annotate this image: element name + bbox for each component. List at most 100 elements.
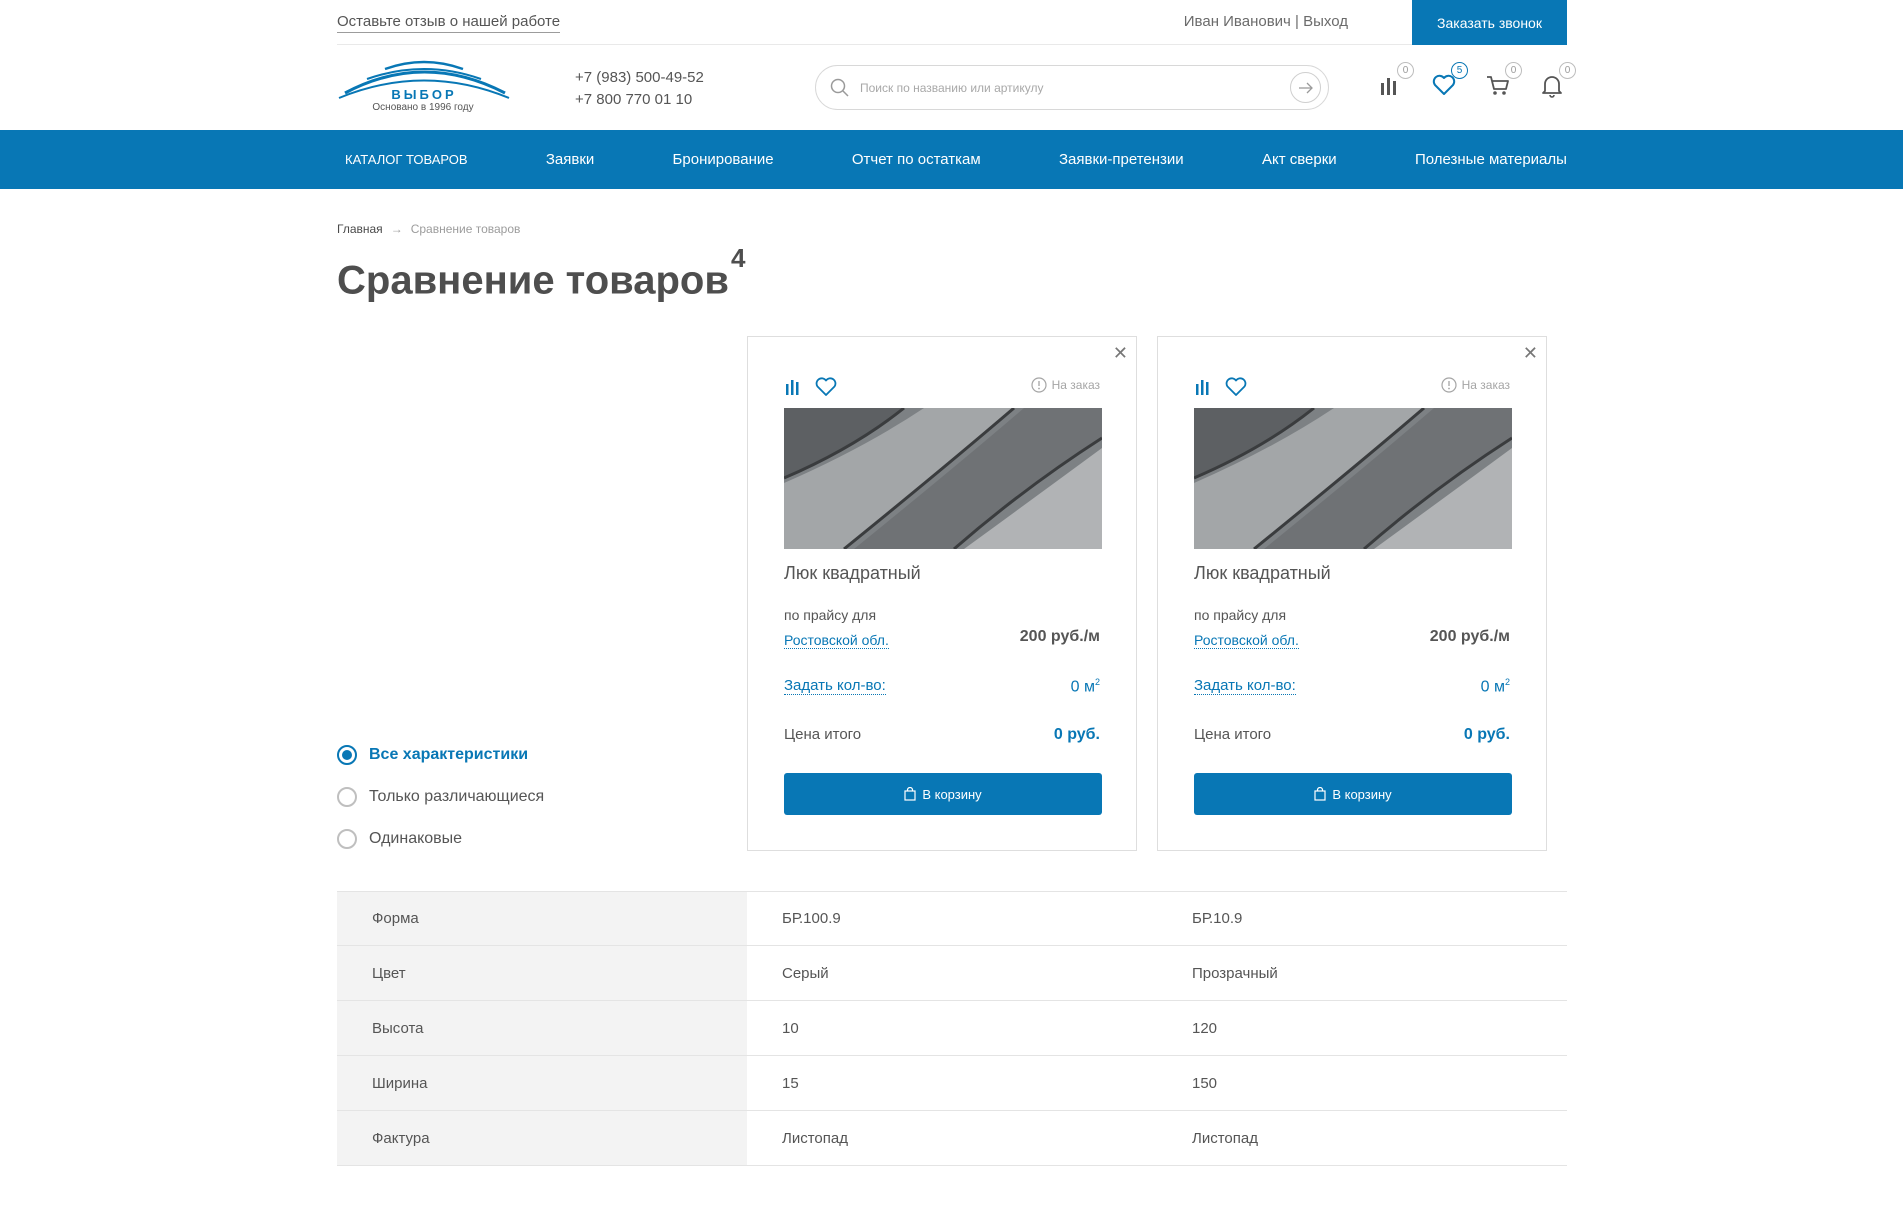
logout-link[interactable]: Выход — [1303, 13, 1348, 30]
cart-count-badge: 0 — [1505, 62, 1522, 79]
radio-unchecked-icon[interactable] — [337, 787, 357, 807]
user-name-link[interactable]: Иван Иванович — [1184, 13, 1291, 30]
table-row: Цвет Серый Прозрачный — [337, 946, 1567, 1001]
user-separator: | — [1295, 13, 1299, 30]
page-title-text: Сравнение товаров — [337, 258, 729, 303]
compare-count-badge: 0 — [1397, 62, 1414, 79]
table-row: Ширина 15 150 — [337, 1056, 1567, 1111]
filter-same-option[interactable]: Одинаковые — [337, 818, 544, 860]
logo[interactable]: ВЫБОР Основано в 1996 году — [337, 55, 512, 121]
region-link[interactable]: Ростовской обл. — [1194, 632, 1299, 649]
product-name[interactable]: Люк квадратный — [784, 563, 921, 584]
notifications-count-badge: 0 — [1559, 62, 1576, 79]
product-price: 200 руб./м — [1429, 628, 1510, 645]
spec-value: 120 — [1192, 1019, 1218, 1037]
breadcrumb: Главная → Сравнение товаров — [337, 222, 520, 236]
phone-1[interactable]: +7 (983) 500-49-52 — [575, 67, 704, 89]
spec-label: Высота — [337, 1001, 747, 1055]
logo-word: ВЫБОР — [391, 87, 456, 102]
info-icon — [1030, 377, 1047, 393]
user-box: Иван Иванович | Выход — [1184, 13, 1348, 30]
nav-item-requests[interactable]: Заявки — [546, 151, 594, 168]
spec-value: Листопад — [1192, 1129, 1258, 1147]
nav-item-reconciliation[interactable]: Акт сверки — [1262, 151, 1337, 168]
phones: +7 (983) 500-49-52 +7 800 770 01 10 — [575, 67, 704, 111]
paving-stone-image — [784, 408, 1102, 549]
filter-all-option[interactable]: Все характеристики — [337, 734, 544, 776]
table-row: Форма БР.100.9 БР.10.9 — [337, 891, 1567, 946]
phone-2[interactable]: +7 800 770 01 10 — [575, 89, 704, 111]
compare-icon[interactable] — [1194, 377, 1214, 397]
total-value: 0 руб. — [1463, 726, 1510, 743]
nav-item-stock-report[interactable]: Отчет по остаткам — [852, 151, 981, 168]
spec-label: Форма — [337, 892, 747, 945]
radio-checked-icon[interactable] — [337, 745, 357, 765]
nav-item-useful-materials[interactable]: Полезные материалы — [1415, 151, 1567, 168]
spec-label: Цвет — [337, 946, 747, 1000]
remove-from-compare-button[interactable]: ✕ — [1113, 344, 1128, 362]
paving-stone-image — [1194, 408, 1512, 549]
page-title: Сравнение товаров4 — [337, 243, 745, 303]
heart-icon[interactable] — [1224, 376, 1248, 398]
arrow-right-icon — [1298, 82, 1313, 93]
nav-item-catalog[interactable]: КАТАЛОГ ТОВАРОВ — [345, 152, 468, 167]
breadcrumb-current: Сравнение товаров — [410, 222, 521, 236]
product-price: 200 руб./м — [1019, 628, 1100, 645]
region-link[interactable]: Ростовской обл. — [784, 632, 889, 649]
filter-different-option[interactable]: Только различающиеся — [337, 776, 544, 818]
favorites-header-button[interactable]: 5 — [1431, 62, 1468, 100]
spec-value: 15 — [782, 1074, 799, 1092]
spec-value: 150 — [1192, 1074, 1218, 1092]
compare-header-button[interactable]: 0 — [1377, 62, 1414, 100]
spec-value: Прозрачный — [1192, 964, 1278, 982]
availability-text: На заказ — [1461, 378, 1510, 392]
add-to-cart-label: В корзину — [922, 786, 982, 802]
nav-item-claims[interactable]: Заявки-претензии — [1059, 151, 1184, 168]
logo-arcs-icon: ВЫБОР — [338, 60, 510, 102]
set-quantity-link[interactable]: Задать кол-во: — [1194, 677, 1296, 695]
compare-icon[interactable] — [784, 377, 804, 397]
search-icon — [830, 78, 849, 97]
availability-text: На заказ — [1051, 378, 1100, 392]
add-to-cart-button[interactable]: В корзину — [1194, 773, 1512, 815]
total-value: 0 руб. — [1053, 726, 1100, 743]
product-image[interactable] — [784, 408, 1102, 549]
cart-header-button[interactable]: 0 — [1485, 62, 1522, 100]
search-submit-button[interactable] — [1290, 72, 1321, 103]
availability: На заказ — [1440, 377, 1510, 393]
product-card: ✕ На заказ Люк квадратный по прайсу для … — [1157, 336, 1547, 851]
header-icons: 0 5 0 0 — [1377, 62, 1576, 100]
nav-item-booking[interactable]: Бронирование — [673, 151, 774, 168]
spec-table: Форма БР.100.9 БР.10.9 Цвет Серый Прозра… — [337, 891, 1567, 1166]
table-row: Высота 10 120 — [337, 1001, 1567, 1056]
order-call-button[interactable]: Заказать звонок — [1412, 0, 1567, 45]
search-input[interactable] — [860, 76, 1260, 100]
spec-value: БР.100.9 — [782, 910, 841, 927]
heart-icon[interactable] — [814, 376, 838, 398]
search-box — [815, 65, 1329, 110]
spec-value: Серый — [782, 964, 829, 982]
radio-unchecked-icon[interactable] — [337, 829, 357, 849]
spec-value: БР.10.9 — [1192, 910, 1243, 927]
bag-icon — [904, 787, 916, 801]
filter-same-label: Одинаковые — [369, 830, 463, 847]
notifications-header-button[interactable]: 0 — [1539, 62, 1576, 100]
header: ВЫБОР Основано в 1996 году +7 (983) 500-… — [337, 45, 1576, 130]
logo-tagline: Основано в 1996 году — [372, 102, 474, 113]
price-for-label: по прайсу для — [1194, 607, 1287, 623]
remove-from-compare-button[interactable]: ✕ — [1523, 344, 1538, 362]
product-name[interactable]: Люк квадратный — [1194, 563, 1331, 584]
product-card: ✕ На заказ Люк квадратный по прайсу для … — [747, 336, 1137, 851]
feedback-link[interactable]: Оставьте отзыв о нашей работе — [337, 13, 561, 33]
product-image[interactable] — [1194, 408, 1512, 549]
breadcrumb-home[interactable]: Главная — [337, 222, 383, 236]
availability: На заказ — [1030, 377, 1100, 393]
price-for-label: по прайсу для — [784, 607, 877, 623]
spec-value: 10 — [782, 1019, 799, 1037]
price-for: по прайсу для Ростовской обл. — [784, 603, 889, 653]
spec-label: Ширина — [337, 1056, 747, 1110]
compare-count: 4 — [730, 243, 746, 273]
quantity-value: 0 м2 — [1480, 677, 1510, 696]
set-quantity-link[interactable]: Задать кол-во: — [784, 677, 886, 695]
add-to-cart-button[interactable]: В корзину — [784, 773, 1102, 815]
